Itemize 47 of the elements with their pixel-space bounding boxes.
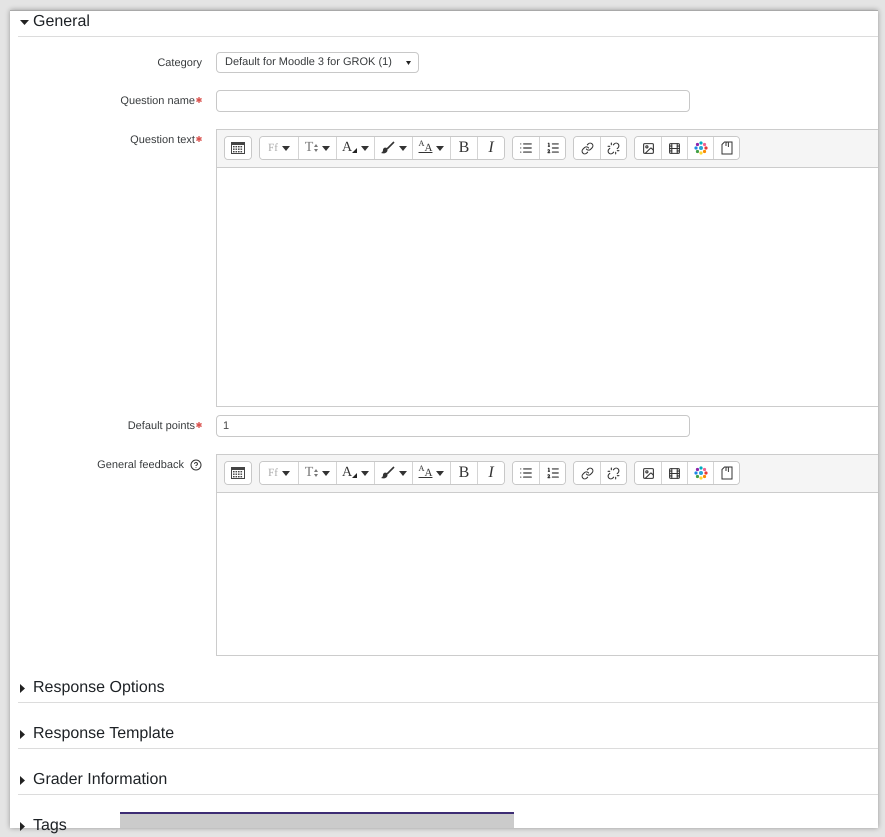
file-button[interactable]: [713, 137, 739, 159]
image-icon: [642, 466, 654, 480]
field-label: Question name: [120, 94, 195, 109]
section-header[interactable]: Tags: [18, 815, 67, 837]
file-icon: [720, 141, 732, 155]
corner-triangle-icon: [352, 473, 358, 478]
numbered-list-icon: [546, 141, 560, 155]
film-icon: [668, 466, 681, 480]
field-label: General feedback: [97, 458, 184, 473]
field-label: Question text: [130, 133, 195, 148]
brush-icon: [380, 141, 394, 155]
link-icon: [580, 466, 594, 480]
file-icon: [720, 466, 732, 480]
text-input[interactable]: [216, 90, 690, 112]
brush-icon: [380, 466, 394, 480]
dot-ring-icon: [694, 141, 708, 155]
section-header[interactable]: Grader Information: [18, 769, 168, 791]
link-icon: [580, 142, 594, 154]
corner-triangle-icon: [352, 148, 358, 153]
unlink-icon: [607, 466, 620, 480]
size-arrows-icon: [314, 144, 318, 152]
size-arrows-icon: [314, 469, 318, 477]
unlink-button[interactable]: [600, 462, 626, 484]
bullet-list-icon: [519, 466, 533, 480]
section-header[interactable]: Response Template: [18, 723, 174, 745]
italic-button[interactable]: I: [477, 137, 504, 159]
unlink-button[interactable]: [600, 137, 626, 159]
help-icon[interactable]: [190, 459, 202, 471]
file-button[interactable]: [713, 462, 739, 484]
section-header[interactable]: Response Options: [18, 677, 165, 699]
numbered-list-button[interactable]: [539, 137, 565, 159]
dropdown-select[interactable]: Default for Moodle 3 for GROK (1): [216, 52, 419, 73]
caret-icon: [406, 60, 411, 64]
field-label: Category: [157, 56, 202, 71]
numbered-list-icon: [546, 466, 560, 480]
film-icon: [668, 142, 681, 154]
numbered-list-button[interactable]: [539, 462, 565, 484]
grid-icon: [231, 142, 245, 154]
field-label: Default points: [128, 419, 195, 434]
section-header[interactable]: General: [18, 11, 90, 33]
grid-icon: [231, 467, 245, 479]
unlink-icon: [607, 142, 620, 154]
dot-ring-icon: [694, 466, 708, 480]
italic-button[interactable]: I: [477, 462, 504, 484]
text-input[interactable]: 1: [216, 415, 690, 437]
image-icon: [642, 142, 654, 154]
bullet-list-icon: [519, 141, 533, 155]
